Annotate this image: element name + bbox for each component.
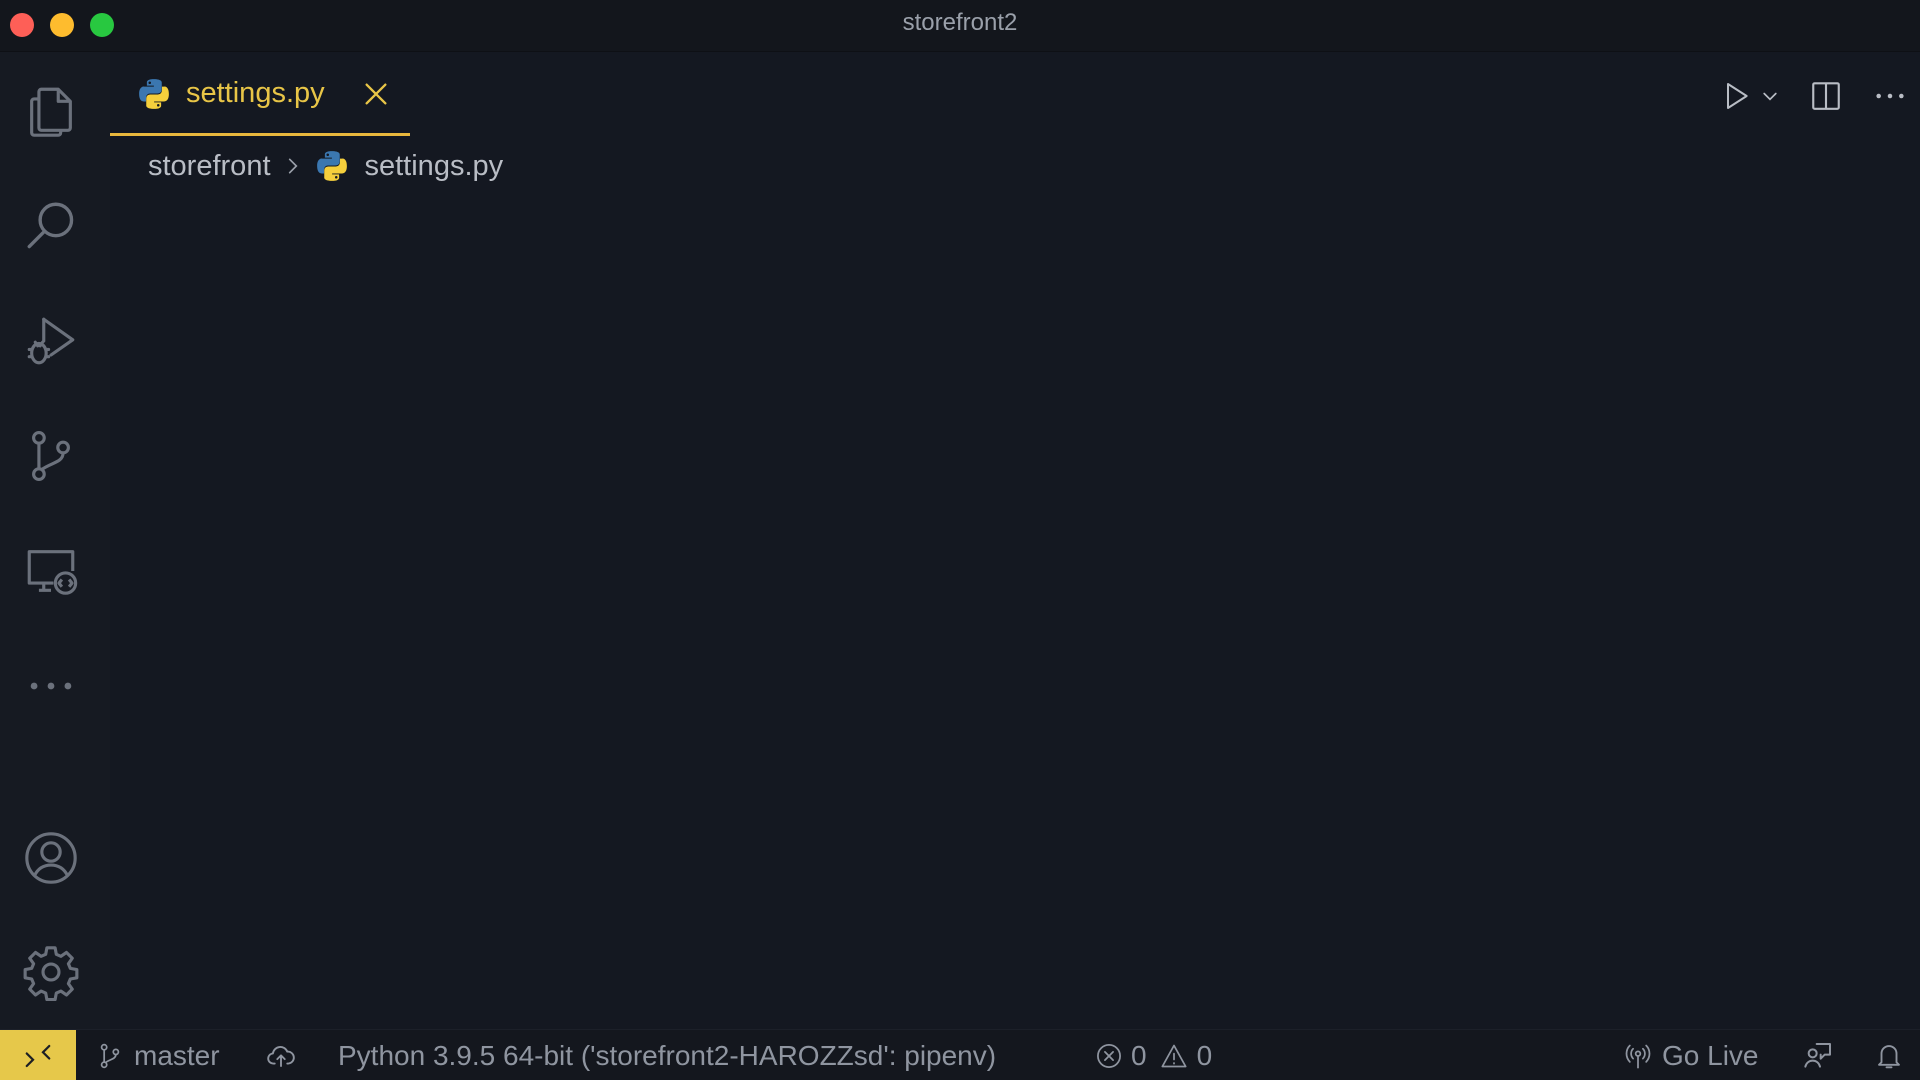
split-editor-button[interactable] — [1804, 74, 1848, 118]
interpreter-label: Python 3.9.5 64-bit ('storefront2-HAROZZ… — [338, 1039, 997, 1071]
bell-icon — [1878, 1044, 1900, 1068]
more-actions-button[interactable] — [1868, 74, 1912, 118]
window-title: storefront2 — [902, 9, 1018, 36]
error-count: 0 — [1131, 1039, 1147, 1071]
breadcrumb-file[interactable]: settings.py — [365, 150, 504, 183]
chevron-down-icon — [1763, 92, 1777, 101]
search-icon[interactable] — [20, 195, 82, 257]
activity-bar — [0, 52, 110, 1029]
run-python-file-button[interactable] — [1714, 74, 1758, 118]
editor-content[interactable] — [110, 192, 1920, 1029]
warning-icon — [1161, 1044, 1187, 1067]
remote-explorer-icon[interactable] — [20, 540, 82, 602]
status-bar: master Python 3.9.5 64-bit ('storefront2… — [0, 1029, 1920, 1080]
vscode-window: storefront2 settings.py storefront setti… — [0, 0, 1920, 1080]
more-icon[interactable] — [20, 655, 82, 717]
title-bar: storefront2 — [0, 0, 1920, 52]
ellipsis-icon — [1876, 93, 1904, 99]
tab-settings-py[interactable]: settings.py — [110, 52, 410, 136]
breadcrumb-folder[interactable]: storefront — [148, 150, 271, 183]
remote-icon — [25, 1044, 51, 1067]
run-options-dropdown[interactable] — [1758, 74, 1782, 118]
split-editor-icon — [1812, 82, 1840, 110]
play-icon — [1727, 83, 1748, 109]
feedback-button[interactable] — [1802, 1030, 1834, 1080]
go-live-label: Go Live — [1662, 1039, 1759, 1071]
warning-count: 0 — [1196, 1039, 1213, 1071]
explorer-icon[interactable] — [20, 80, 82, 142]
breadcrumb: storefront settings.py — [148, 144, 503, 188]
tab-label: settings.py — [186, 77, 325, 109]
feedback-person-icon — [1804, 1042, 1831, 1068]
account-icon[interactable] — [20, 827, 82, 889]
close-tab-icon[interactable] — [362, 80, 390, 108]
cloud-upload-icon — [267, 1045, 295, 1067]
chevron-right-icon — [288, 158, 298, 174]
python-interpreter-status[interactable]: Python 3.9.5 64-bit ('storefront2-HAROZZ… — [338, 1030, 996, 1080]
problems-status[interactable]: 0 0 — [1095, 1030, 1212, 1080]
branch-status[interactable]: master — [96, 1030, 220, 1080]
settings-gear-icon[interactable] — [20, 941, 82, 1003]
source-control-icon[interactable] — [20, 425, 82, 487]
notifications-button[interactable] — [1874, 1030, 1904, 1080]
python-file-icon — [139, 79, 169, 109]
branch-name: master — [134, 1039, 220, 1071]
remote-indicator-button[interactable] — [0, 1030, 76, 1080]
error-icon — [1097, 1043, 1121, 1068]
tab-bar: settings.py — [110, 52, 1920, 136]
editor-area: settings.py storefront settings.py — [110, 52, 1920, 1029]
go-live-button[interactable]: Go Live — [1624, 1030, 1759, 1080]
git-branch-icon — [100, 1043, 120, 1068]
python-file-icon — [316, 151, 347, 181]
run-debug-icon[interactable] — [20, 310, 82, 372]
broadcast-icon — [1625, 1044, 1651, 1069]
publish-branch-button[interactable] — [265, 1030, 297, 1080]
